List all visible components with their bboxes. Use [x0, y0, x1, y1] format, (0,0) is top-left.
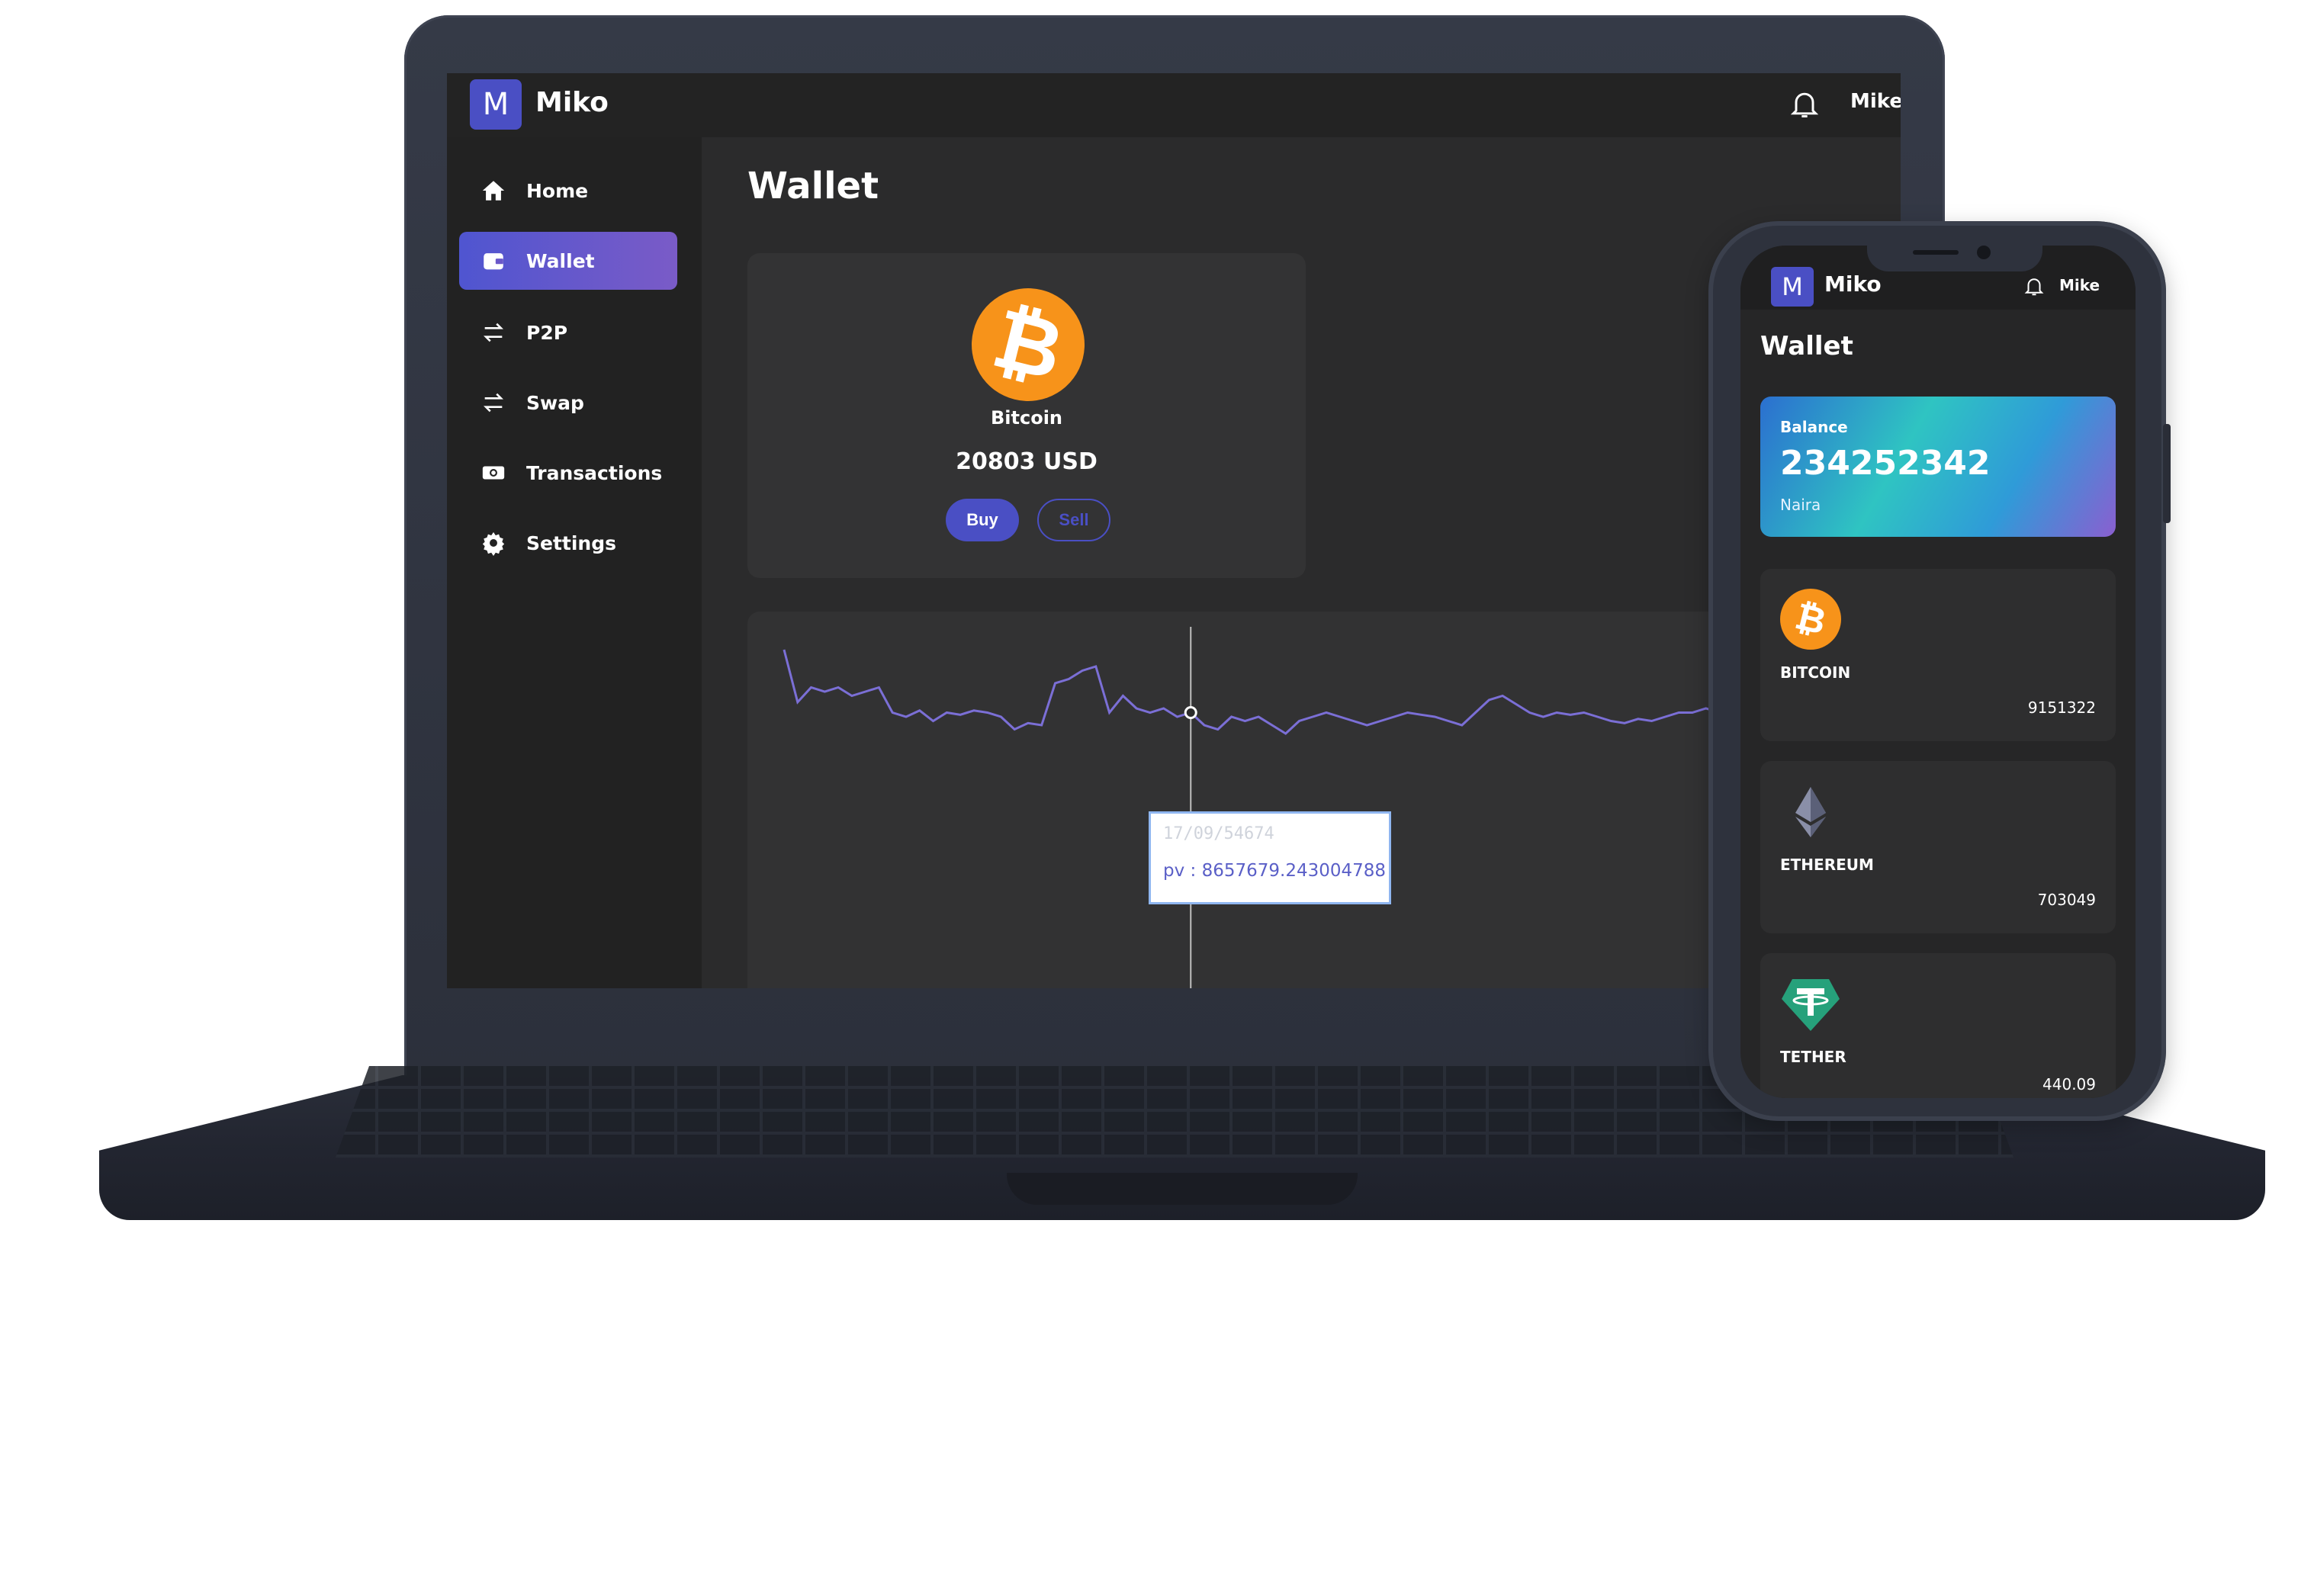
sidebar-item-wallet[interactable]: Wallet	[459, 232, 677, 290]
coin-value: 703049	[2037, 891, 2096, 909]
gear-icon	[482, 531, 505, 556]
phone-notch	[1867, 238, 2042, 271]
coin-card-bitcoin[interactable]: ₿ BITCOIN 9151322	[1760, 569, 2116, 741]
logo-icon[interactable]: M	[1771, 267, 1814, 307]
top-bar: M Miko Mike	[447, 73, 1901, 137]
bell-icon[interactable]	[2023, 275, 2046, 297]
coin-card: ₿ Bitcoin 20803 USD Buy Sell	[747, 253, 1306, 578]
mobile-screen: M Miko Mike Wallet Balance 234252342 Nai…	[1740, 246, 2136, 1098]
app-name[interactable]: Miko	[535, 87, 609, 118]
bitcoin-icon: ₿	[1780, 589, 1841, 650]
buy-button[interactable]: Buy	[946, 499, 1019, 541]
coin-card-ethereum[interactable]: ETHEREUM 703049	[1760, 761, 2116, 933]
balance-amount: 234252342	[1780, 444, 1991, 483]
swap-arrows-icon	[484, 393, 503, 413]
coin-name: ETHEREUM	[1780, 856, 1874, 874]
phone-camera	[1977, 246, 1991, 259]
sidebar-item-label: Swap	[526, 391, 584, 414]
sidebar-item-label: Settings	[526, 531, 617, 554]
sidebar-item-settings[interactable]: Settings	[459, 514, 677, 572]
price-series-line	[783, 649, 1869, 735]
sell-button[interactable]: Sell	[1037, 499, 1110, 541]
balance-currency: Naira	[1780, 496, 1821, 514]
sidebar-item-label: P2P	[526, 321, 568, 344]
chart-tooltip: 17/09/54674 pv : 8657679.243004788	[1149, 811, 1391, 904]
chart-highlight-point	[1184, 706, 1197, 719]
user-menu[interactable]: Mike	[1850, 90, 1901, 113]
laptop-opening-notch	[1007, 1173, 1358, 1205]
page-title: Wallet	[747, 165, 879, 207]
home-icon	[482, 181, 505, 201]
bitcoin-icon: ₿	[959, 276, 1097, 413]
balance-label: Balance	[1780, 418, 1848, 436]
logo-icon[interactable]: M	[470, 79, 522, 130]
swap-arrows-icon	[484, 323, 503, 342]
sidebar-item-label: Home	[526, 179, 589, 202]
coin-name: TETHER	[1780, 1048, 1846, 1066]
coin-price: 20803 USD	[956, 448, 1098, 475]
phone-speaker	[1913, 250, 1959, 255]
balance-card[interactable]: Balance 234252342 Naira	[1760, 397, 2116, 537]
page-title: Wallet	[1760, 331, 1853, 361]
tooltip-value: pv : 8657679.243004788	[1163, 861, 1387, 881]
sidebar-item-home[interactable]: Home	[459, 162, 677, 220]
wallet-icon	[484, 253, 503, 270]
phone-side-button	[2163, 424, 2171, 523]
ethereum-icon	[1795, 787, 1826, 837]
coin-value: 9151322	[2027, 698, 2096, 717]
sidebar-item-label: Wallet	[526, 249, 595, 272]
tether-icon	[1782, 979, 1840, 1031]
coin-value: 440.09	[2042, 1075, 2096, 1093]
bell-icon[interactable]	[1788, 87, 1821, 120]
coin-name: BITCOIN	[1780, 663, 1851, 682]
sidebar-item-swap[interactable]: Swap	[459, 374, 677, 432]
tooltip-date: 17/09/54674	[1163, 824, 1274, 843]
sidebar: Home Wallet P2P Swap Transactions Settin…	[447, 137, 702, 988]
user-menu[interactable]: Mike	[2059, 276, 2100, 294]
coin-name: Bitcoin	[990, 407, 1063, 429]
desktop-screen: M Miko Mike Home Wallet P2P Swap Transac…	[447, 73, 1901, 988]
money-icon	[482, 466, 505, 480]
app-name[interactable]: Miko	[1824, 271, 1882, 297]
sidebar-item-p2p[interactable]: P2P	[459, 303, 677, 361]
coin-card-tether[interactable]: TETHER 440.09	[1760, 953, 2116, 1098]
sidebar-item-label: Transactions	[526, 461, 663, 484]
sidebar-item-transactions[interactable]: Transactions	[459, 444, 677, 502]
